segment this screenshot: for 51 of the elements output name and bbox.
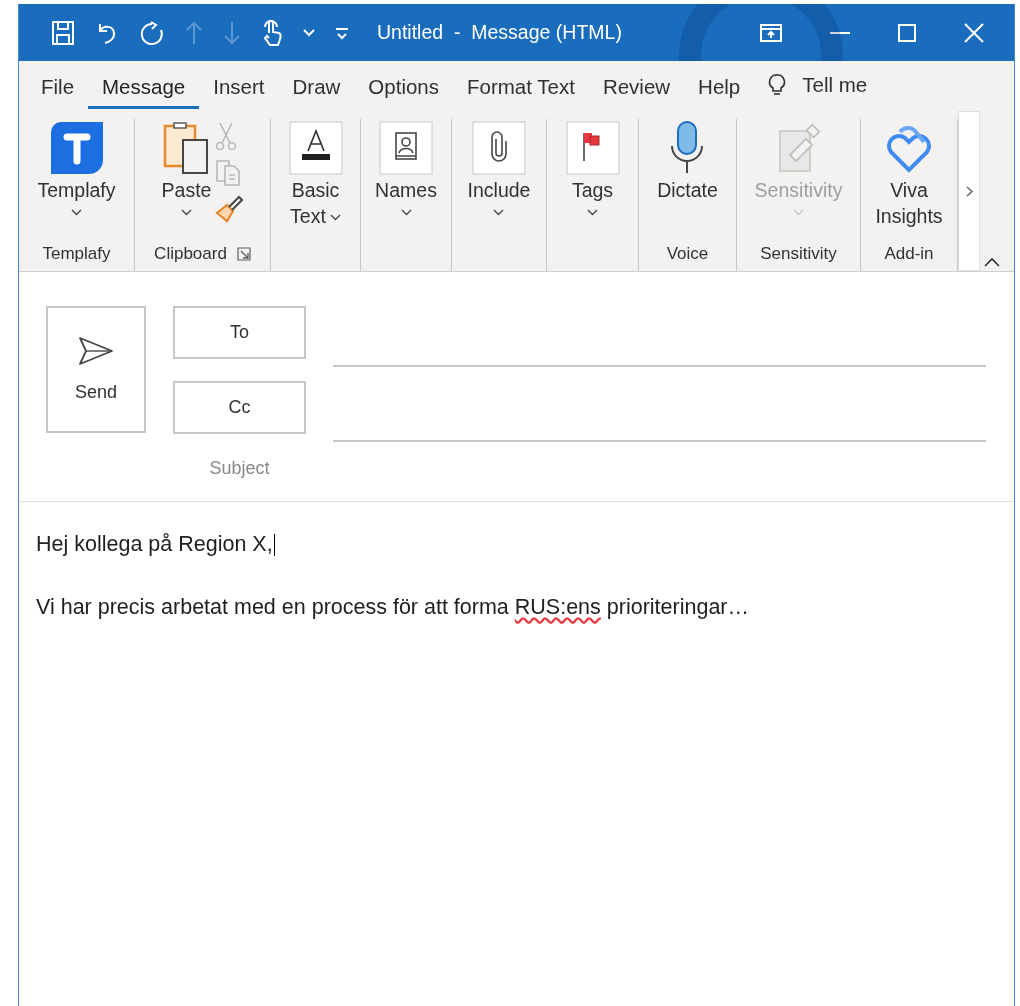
paperclip-icon xyxy=(472,121,526,175)
ribbon-button[interactable]: Tags xyxy=(565,119,620,241)
letter-a-icon xyxy=(288,121,343,175)
clipboard-icon xyxy=(162,120,211,176)
contact-card-icon xyxy=(379,121,433,175)
ribbon-tab[interactable]: Format Text xyxy=(453,65,589,109)
down-arrow-icon xyxy=(223,19,241,46)
ribbon-display-icon[interactable] xyxy=(760,23,782,42)
ribbon-tab[interactable]: Insert xyxy=(199,65,279,109)
up-arrow-icon xyxy=(185,19,203,46)
customize-menu-icon[interactable] xyxy=(335,25,349,40)
ribbon-button[interactable]: Dictate xyxy=(657,119,718,241)
chevron-right-icon[interactable] xyxy=(965,185,973,197)
subject-label: Subject xyxy=(208,457,271,479)
redo-icon[interactable] xyxy=(139,19,165,46)
body-paragraph: Vi har precis arbetat med en process för att forma RUS:ens prioriteringar… xyxy=(36,595,749,620)
cc-button[interactable]: Cc xyxy=(173,380,306,434)
to-button[interactable]: To xyxy=(173,306,306,359)
ribbon-button[interactable]: Templafy xyxy=(37,119,116,241)
send-button[interactable]: Send xyxy=(46,306,146,433)
lightbulb-icon[interactable] xyxy=(768,73,787,97)
paintbrush-icon[interactable] xyxy=(215,195,244,223)
group-label: Add-in xyxy=(884,244,934,264)
ribbon-button[interactable]: Names xyxy=(375,119,437,241)
ribbon-tab[interactable]: Draw xyxy=(278,65,355,109)
tell-me-search[interactable]: Tell me xyxy=(802,73,868,97)
ribbon-button[interactable]: Paste xyxy=(161,119,212,241)
ribbon-button[interactable]: Include xyxy=(467,119,531,241)
body-paragraph: Hej kollega på Region X, xyxy=(36,532,276,557)
touch-hand-icon[interactable] xyxy=(261,18,283,47)
window-title: Untitled - Message (HTML) xyxy=(377,21,622,44)
ribbon-tab[interactable]: File xyxy=(27,65,89,109)
close-icon[interactable] xyxy=(964,22,984,43)
group-label: Clipboard xyxy=(154,244,227,264)
dialog-launcher-icon[interactable] xyxy=(236,247,251,261)
t-logo-icon xyxy=(50,122,103,174)
microphone-icon xyxy=(669,120,706,176)
ribbon-tab[interactable]: Options xyxy=(354,65,453,109)
chevron-down-icon[interactable] xyxy=(303,28,315,37)
ribbon-tab[interactable]: Review xyxy=(588,65,685,109)
group-label: Voice xyxy=(666,244,709,264)
group-label: Templafy xyxy=(42,244,111,264)
save-icon[interactable] xyxy=(51,19,75,46)
ribbon-button[interactable]: Viva Insights xyxy=(873,119,945,241)
group-label: Sensitivity xyxy=(760,244,837,264)
collapse-ribbon-icon[interactable] xyxy=(984,257,1000,267)
ribbon-tab[interactable]: Help xyxy=(684,65,755,109)
ribbon-button[interactable]: Basic Text xyxy=(283,119,348,241)
send-icon xyxy=(78,336,114,366)
maximize-icon[interactable] xyxy=(898,23,916,42)
flag-icon xyxy=(565,121,620,175)
